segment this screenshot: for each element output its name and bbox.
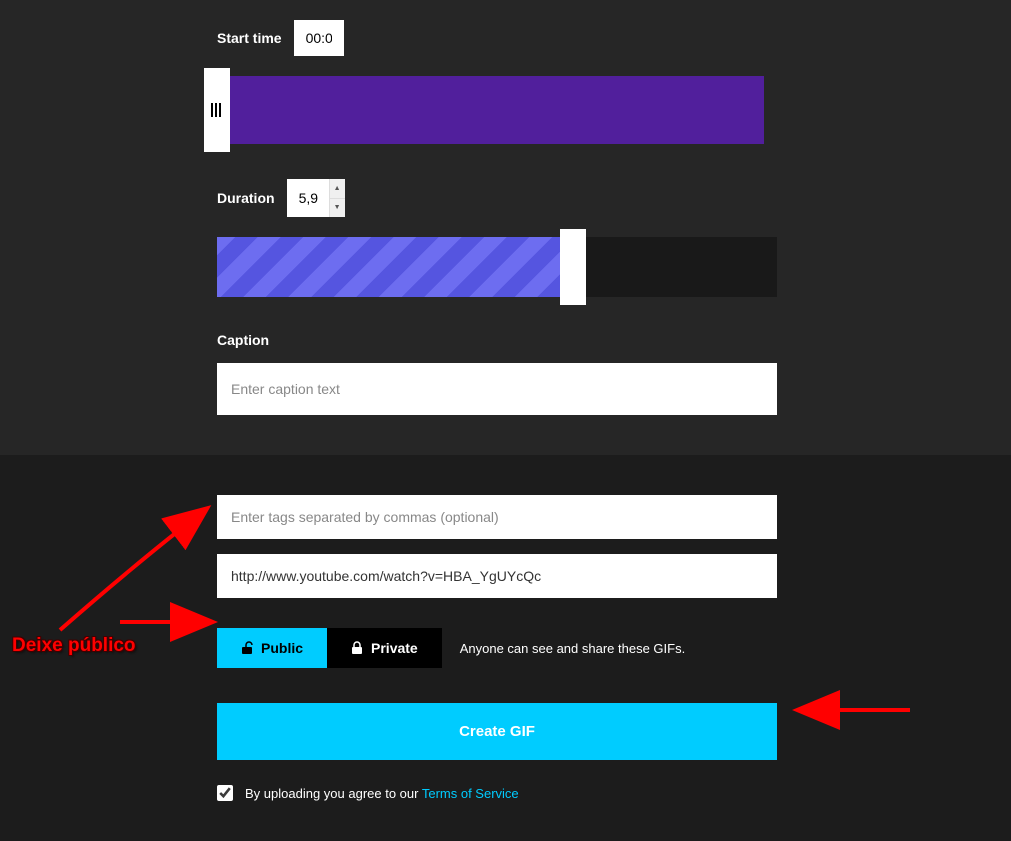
duration-label: Duration — [217, 190, 275, 206]
create-gif-button[interactable]: Create GIF — [217, 703, 777, 760]
unlock-icon — [241, 641, 253, 655]
start-time-track[interactable] — [204, 76, 764, 144]
duration-decrement-button[interactable]: ▼ — [330, 199, 345, 218]
duration-input[interactable] — [287, 180, 329, 216]
caption-input[interactable] — [217, 363, 777, 415]
duration-increment-button[interactable]: ▲ — [330, 179, 345, 199]
duration-fill-region — [217, 237, 560, 297]
start-time-label: Start time — [217, 30, 282, 46]
public-button[interactable]: Public — [217, 628, 327, 668]
duration-handle[interactable] — [560, 229, 586, 305]
visibility-description: Anyone can see and share these GIFs. — [460, 641, 685, 656]
lock-icon — [351, 641, 363, 655]
private-label: Private — [371, 640, 418, 656]
agree-checkbox[interactable] — [217, 785, 233, 801]
private-button[interactable]: Private — [327, 628, 442, 668]
agree-text: By uploading you agree to our Terms of S… — [245, 786, 519, 801]
duration-track[interactable] — [217, 237, 777, 297]
tos-link[interactable]: Terms of Service — [422, 786, 519, 801]
start-time-input[interactable] — [294, 20, 344, 56]
tags-input[interactable] — [217, 495, 777, 539]
caption-label: Caption — [217, 332, 794, 348]
source-url-input[interactable] — [217, 554, 777, 598]
public-label: Public — [261, 640, 303, 656]
start-time-handle[interactable] — [204, 68, 230, 152]
